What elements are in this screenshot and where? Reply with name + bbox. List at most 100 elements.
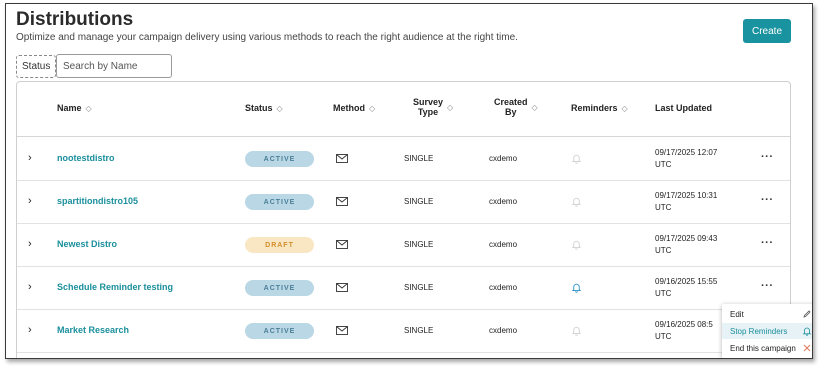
- mail-icon: [336, 197, 348, 206]
- bell-icon: [802, 327, 812, 336]
- status-badge: ACTIVE: [245, 151, 314, 167]
- sort-icon[interactable]: ◇: [532, 103, 538, 112]
- distributions-table: Name ◇ Status ◇ Method ◇ Survey Type ◇ C…: [16, 81, 791, 358]
- survey-type-value: SINGLE: [404, 154, 434, 163]
- column-label: Status: [245, 103, 273, 113]
- sort-icon[interactable]: ◇: [86, 104, 92, 113]
- last-updated-timezone: UTC: [655, 246, 672, 255]
- column-label: Survey Type: [413, 97, 443, 117]
- last-updated-datetime: 09/17/2025 12:07: [655, 148, 718, 157]
- column-header-last-updated: Last Updated: [655, 103, 712, 113]
- distribution-name-link[interactable]: Newest Distro: [57, 239, 117, 249]
- survey-type-value: SINGLE: [404, 197, 434, 206]
- column-label: Method: [333, 103, 365, 113]
- mail-icon: [336, 283, 348, 292]
- column-label: Created By: [494, 97, 528, 117]
- mail-icon: [336, 326, 348, 335]
- last-updated-value: 09/17/2025 09:43 UTC: [655, 233, 717, 257]
- created-by-value: cxdemo: [489, 197, 518, 206]
- column-header-status[interactable]: Status ◇: [245, 103, 283, 113]
- sort-icon[interactable]: ◇: [369, 104, 375, 113]
- distribution-name-link[interactable]: spartitiondistro105: [57, 196, 138, 206]
- last-updated-datetime: 09/16/2025 15:55: [655, 277, 718, 286]
- last-updated-value: 09/17/2025 12:07 UTC: [655, 147, 717, 171]
- table-row[interactable]: › spartitiondistro105 ACTIVE SINGLE cxde…: [17, 181, 790, 224]
- more-actions-icon[interactable]: ···: [761, 151, 774, 163]
- sort-icon[interactable]: ◇: [447, 103, 453, 112]
- sort-icon[interactable]: ◇: [277, 104, 283, 113]
- expand-chevron-icon[interactable]: ›: [28, 195, 32, 207]
- table-row[interactable]: › Schedule Reminder testing ACTIVE SINGL…: [17, 267, 790, 310]
- column-label: Reminders: [571, 103, 618, 113]
- last-updated-timezone: UTC: [655, 160, 672, 169]
- bell-icon[interactable]: [571, 153, 582, 164]
- created-by-value: cxdemo: [489, 154, 518, 163]
- column-label-line: Survey: [413, 97, 444, 107]
- survey-type-value: SINGLE: [404, 240, 434, 249]
- last-updated-value: 09/16/2025 15:55 UTC: [655, 276, 717, 300]
- created-by-value: cxdemo: [489, 326, 518, 335]
- created-by-value: cxdemo: [489, 240, 518, 249]
- column-label-line: Type: [417, 107, 439, 117]
- menu-item-end-campaign[interactable]: End this campaign: [722, 340, 812, 356]
- page-title: Distributions: [16, 9, 134, 30]
- distribution-name-link[interactable]: Schedule Reminder testing: [57, 282, 173, 292]
- column-label: Last Updated: [655, 103, 713, 113]
- column-header-method[interactable]: Method ◇: [333, 103, 375, 113]
- column-label-line: Created: [494, 97, 528, 107]
- expand-chevron-icon[interactable]: ›: [28, 324, 32, 336]
- distribution-name-link[interactable]: nootestdistro: [57, 153, 115, 163]
- distribution-name-link[interactable]: Market Research: [57, 325, 129, 335]
- bell-icon[interactable]: [571, 282, 582, 293]
- bell-icon[interactable]: [571, 239, 582, 250]
- column-header-reminders[interactable]: Reminders ◇: [571, 103, 628, 113]
- menu-item-label: Edit: [730, 309, 744, 319]
- distributions-page: Distributions Optimize and manage your c…: [5, 3, 813, 359]
- page-subtitle: Optimize and manage your campaign delive…: [16, 32, 518, 43]
- expand-chevron-icon[interactable]: ›: [28, 238, 32, 250]
- expand-chevron-icon[interactable]: ›: [28, 152, 32, 164]
- created-by-value: cxdemo: [489, 283, 518, 292]
- sort-icon[interactable]: ◇: [622, 104, 628, 113]
- status-filter-chip[interactable]: Status: [16, 55, 57, 78]
- survey-type-value: SINGLE: [404, 326, 434, 335]
- survey-type-value: SINGLE: [404, 283, 434, 292]
- last-updated-datetime: 09/16/2025 08:5: [655, 320, 713, 329]
- last-updated-timezone: UTC: [655, 289, 672, 298]
- menu-item-edit[interactable]: Edit: [722, 306, 812, 322]
- column-label: Name: [57, 103, 82, 113]
- row-action-menu: Edit Stop Reminders End this campaign: [722, 304, 812, 358]
- mail-icon: [336, 240, 348, 249]
- last-updated-timezone: UTC: [655, 203, 672, 212]
- menu-item-stop-reminders[interactable]: Stop Reminders: [722, 323, 812, 339]
- column-header-survey-type[interactable]: Survey Type ◇: [413, 97, 453, 117]
- more-actions-icon[interactable]: ···: [761, 237, 774, 249]
- expand-chevron-icon[interactable]: ›: [28, 281, 32, 293]
- table-header: Name ◇ Status ◇ Method ◇ Survey Type ◇ C…: [17, 82, 790, 137]
- mail-icon: [336, 154, 348, 163]
- bell-icon[interactable]: [571, 325, 582, 336]
- table-row[interactable]: › Newest Distro DRAFT SINGLE cxdemo 09/1…: [17, 224, 790, 267]
- status-badge: ACTIVE: [245, 323, 314, 339]
- last-updated-timezone: UTC: [655, 332, 672, 341]
- table-row[interactable]: › nootestdistro ACTIVE SINGLE cxdemo 09/…: [17, 138, 790, 181]
- more-actions-icon[interactable]: ···: [761, 280, 774, 292]
- last-updated-value: 09/17/2025 10:31 UTC: [655, 190, 717, 214]
- status-badge: DRAFT: [245, 237, 314, 253]
- last-updated-value: 09/16/2025 08:5 UTC: [655, 319, 713, 343]
- more-actions-icon[interactable]: ···: [761, 194, 774, 206]
- last-updated-datetime: 09/17/2025 09:43: [655, 234, 718, 243]
- column-header-name[interactable]: Name ◇: [57, 103, 92, 113]
- status-badge: ACTIVE: [245, 194, 314, 210]
- search-input[interactable]: [56, 54, 172, 78]
- bell-icon[interactable]: [571, 196, 582, 207]
- pencil-icon: [803, 310, 811, 318]
- create-button[interactable]: Create: [743, 19, 791, 43]
- status-badge: ACTIVE: [245, 280, 314, 296]
- menu-item-label: End this campaign: [730, 343, 796, 353]
- table-row[interactable]: › Market Research ACTIVE SINGLE cxdemo 0…: [17, 310, 790, 353]
- column-header-created-by[interactable]: Created By ◇: [494, 97, 538, 117]
- column-label-line: By: [505, 107, 517, 117]
- close-icon: [803, 344, 811, 352]
- menu-item-label: Stop Reminders: [730, 326, 788, 336]
